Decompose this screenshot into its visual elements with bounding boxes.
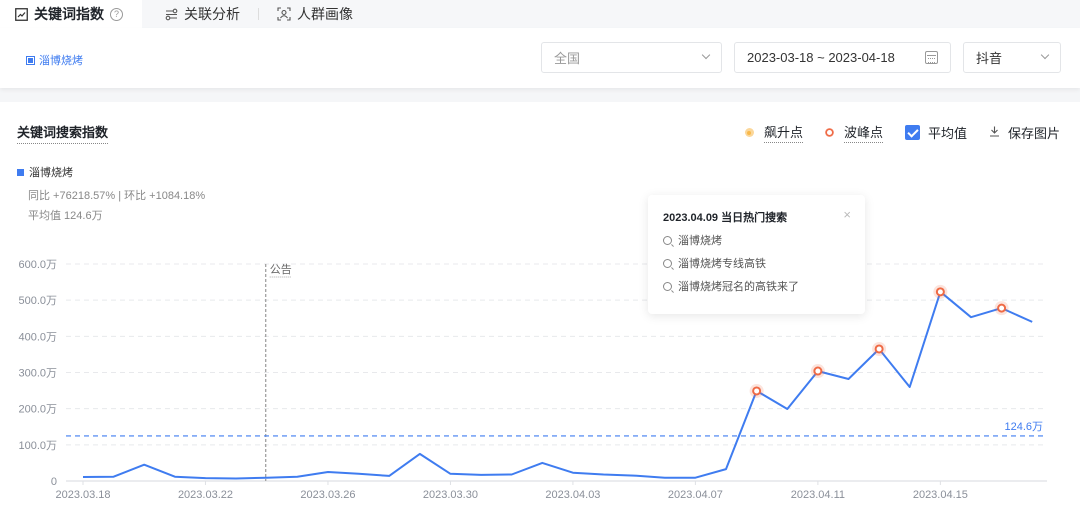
tooltip-title: 2023.04.09 当日热门搜索 [663, 212, 788, 224]
peak-dot [813, 366, 823, 376]
peak-marker [749, 383, 764, 398]
x-tick-label: 2023.03.22 [178, 489, 233, 501]
peak-marker [872, 341, 887, 356]
x-tick-label: 2023.03.26 [300, 489, 355, 501]
peak-marker [933, 284, 948, 299]
peak-marker [810, 364, 825, 379]
line-chart: 0 100.0万 200.0万 300.0万 400.0万 500.0万 600.0万 20… [18, 259, 1047, 501]
x-tick-label: 2023.03.30 [423, 489, 478, 501]
hot-search-item[interactable]: 淄博烧烤专线高铁 [663, 255, 850, 271]
y-tick-label: 500.0万 [18, 295, 57, 307]
average-label: 124.6万 [1004, 421, 1043, 433]
annotation-label: 公告 [270, 263, 292, 276]
y-tick-label: 100.0万 [18, 440, 57, 452]
x-tick-label: 2023.04.07 [668, 489, 723, 501]
x-tick-label: 2023.04.11 [791, 489, 845, 501]
y-tick-label: 600.0万 [18, 259, 57, 271]
y-tick-label: 200.0万 [18, 404, 57, 416]
hot-search-text: 淄博烧烤专线高铁 [678, 258, 766, 270]
y-tick-label: 400.0万 [18, 331, 57, 343]
search-icon [663, 281, 672, 291]
series-line [82, 290, 1033, 480]
hot-search-tooltip: 2023.04.09 当日热门搜索 × 淄博烧烤 淄博烧烤专线高铁 淄博烧烤冠名… [648, 195, 865, 314]
peak-dot [935, 287, 945, 297]
search-icon [663, 258, 672, 268]
hot-search-text: 淄博烧烤冠名的高铁来了 [678, 281, 799, 293]
y-tick-label: 0 [51, 476, 57, 488]
x-tick-label: 2023.03.18 [55, 489, 110, 501]
x-tick-label: 2023.04.03 [545, 489, 600, 501]
y-tick-label: 300.0万 [18, 368, 57, 380]
peak-dot [752, 386, 762, 396]
hot-search-text: 淄博烧烤 [678, 235, 722, 247]
peak-dot [874, 344, 884, 354]
hot-search-item[interactable]: 淄博烧烤 [663, 232, 850, 248]
peak-marker [994, 301, 1009, 316]
search-icon [663, 235, 672, 245]
peak-dot [997, 303, 1007, 313]
hot-search-item[interactable]: 淄博烧烤冠名的高铁来了 [663, 278, 850, 294]
close-icon[interactable]: × [843, 207, 851, 222]
x-tick-label: 2023.04.15 [913, 489, 968, 501]
